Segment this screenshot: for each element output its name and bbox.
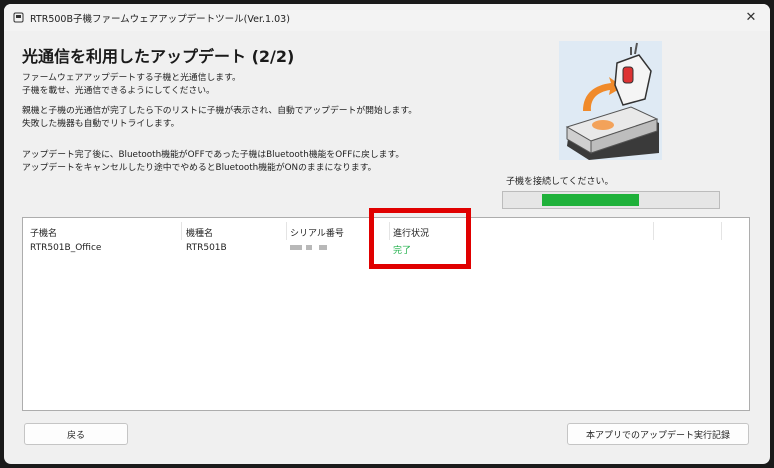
serial-redacted	[306, 245, 312, 250]
column-header-model[interactable]: 機種名	[186, 226, 213, 239]
description-line: 親機と子機の光通信が完了したら下のリストに子機が表示され、自動でアップデートが開…	[22, 106, 418, 116]
column-divider[interactable]	[181, 222, 182, 240]
connect-instruction: 子機を接続してください。	[506, 177, 614, 187]
column-header-device-name[interactable]: 子機名	[30, 226, 57, 239]
update-history-button[interactable]: 本アプリでのアップデート実行記録	[567, 423, 749, 445]
column-divider[interactable]	[653, 222, 654, 240]
serial-redacted	[290, 245, 302, 250]
device-name-cell: RTR501B_Office	[30, 243, 102, 253]
description-line: 失敗した機器も自動でリトライします。	[22, 119, 180, 129]
serial-redacted	[319, 245, 327, 250]
device-list[interactable]: 子機名 機種名 シリアル番号 進行状況 RTR501B_Office RTR50…	[22, 217, 750, 411]
description-line: アップデート完了後に、Bluetooth機能がOFFであった子機はBluetoo…	[22, 150, 405, 160]
progress-bar	[502, 191, 720, 209]
column-divider[interactable]	[286, 222, 287, 240]
app-window: RTR500B子機ファームウェアアップデートツール(Ver.1.03) ✕ 光通…	[4, 4, 770, 464]
progress-fill	[541, 194, 640, 206]
back-button[interactable]: 戻る	[24, 423, 128, 445]
column-divider[interactable]	[389, 222, 390, 240]
window-title: RTR500B子機ファームウェアアップデートツール(Ver.1.03)	[30, 14, 290, 25]
close-icon[interactable]: ✕	[734, 4, 768, 31]
description-line: アップデートをキャンセルしたり途中でやめるとBluetooth機能がONのままに…	[22, 163, 377, 173]
title-bar: RTR500B子機ファームウェアアップデートツール(Ver.1.03) ✕	[4, 4, 770, 31]
model-cell: RTR501B	[186, 243, 227, 253]
status-cell: 完了	[393, 246, 412, 256]
column-divider[interactable]	[721, 222, 722, 240]
column-header-progress[interactable]: 進行状況	[393, 226, 429, 239]
app-icon	[13, 12, 24, 23]
page-title: 光通信を利用したアップデート (2/2)	[22, 47, 295, 66]
description-line: 子機を載せ、光通信できるようにしてください。	[22, 86, 215, 96]
column-header-serial[interactable]: シリアル番号	[290, 226, 344, 239]
device-illustration	[559, 41, 662, 160]
description-line: ファームウェアアップデートする子機と光通信します。	[22, 73, 241, 83]
